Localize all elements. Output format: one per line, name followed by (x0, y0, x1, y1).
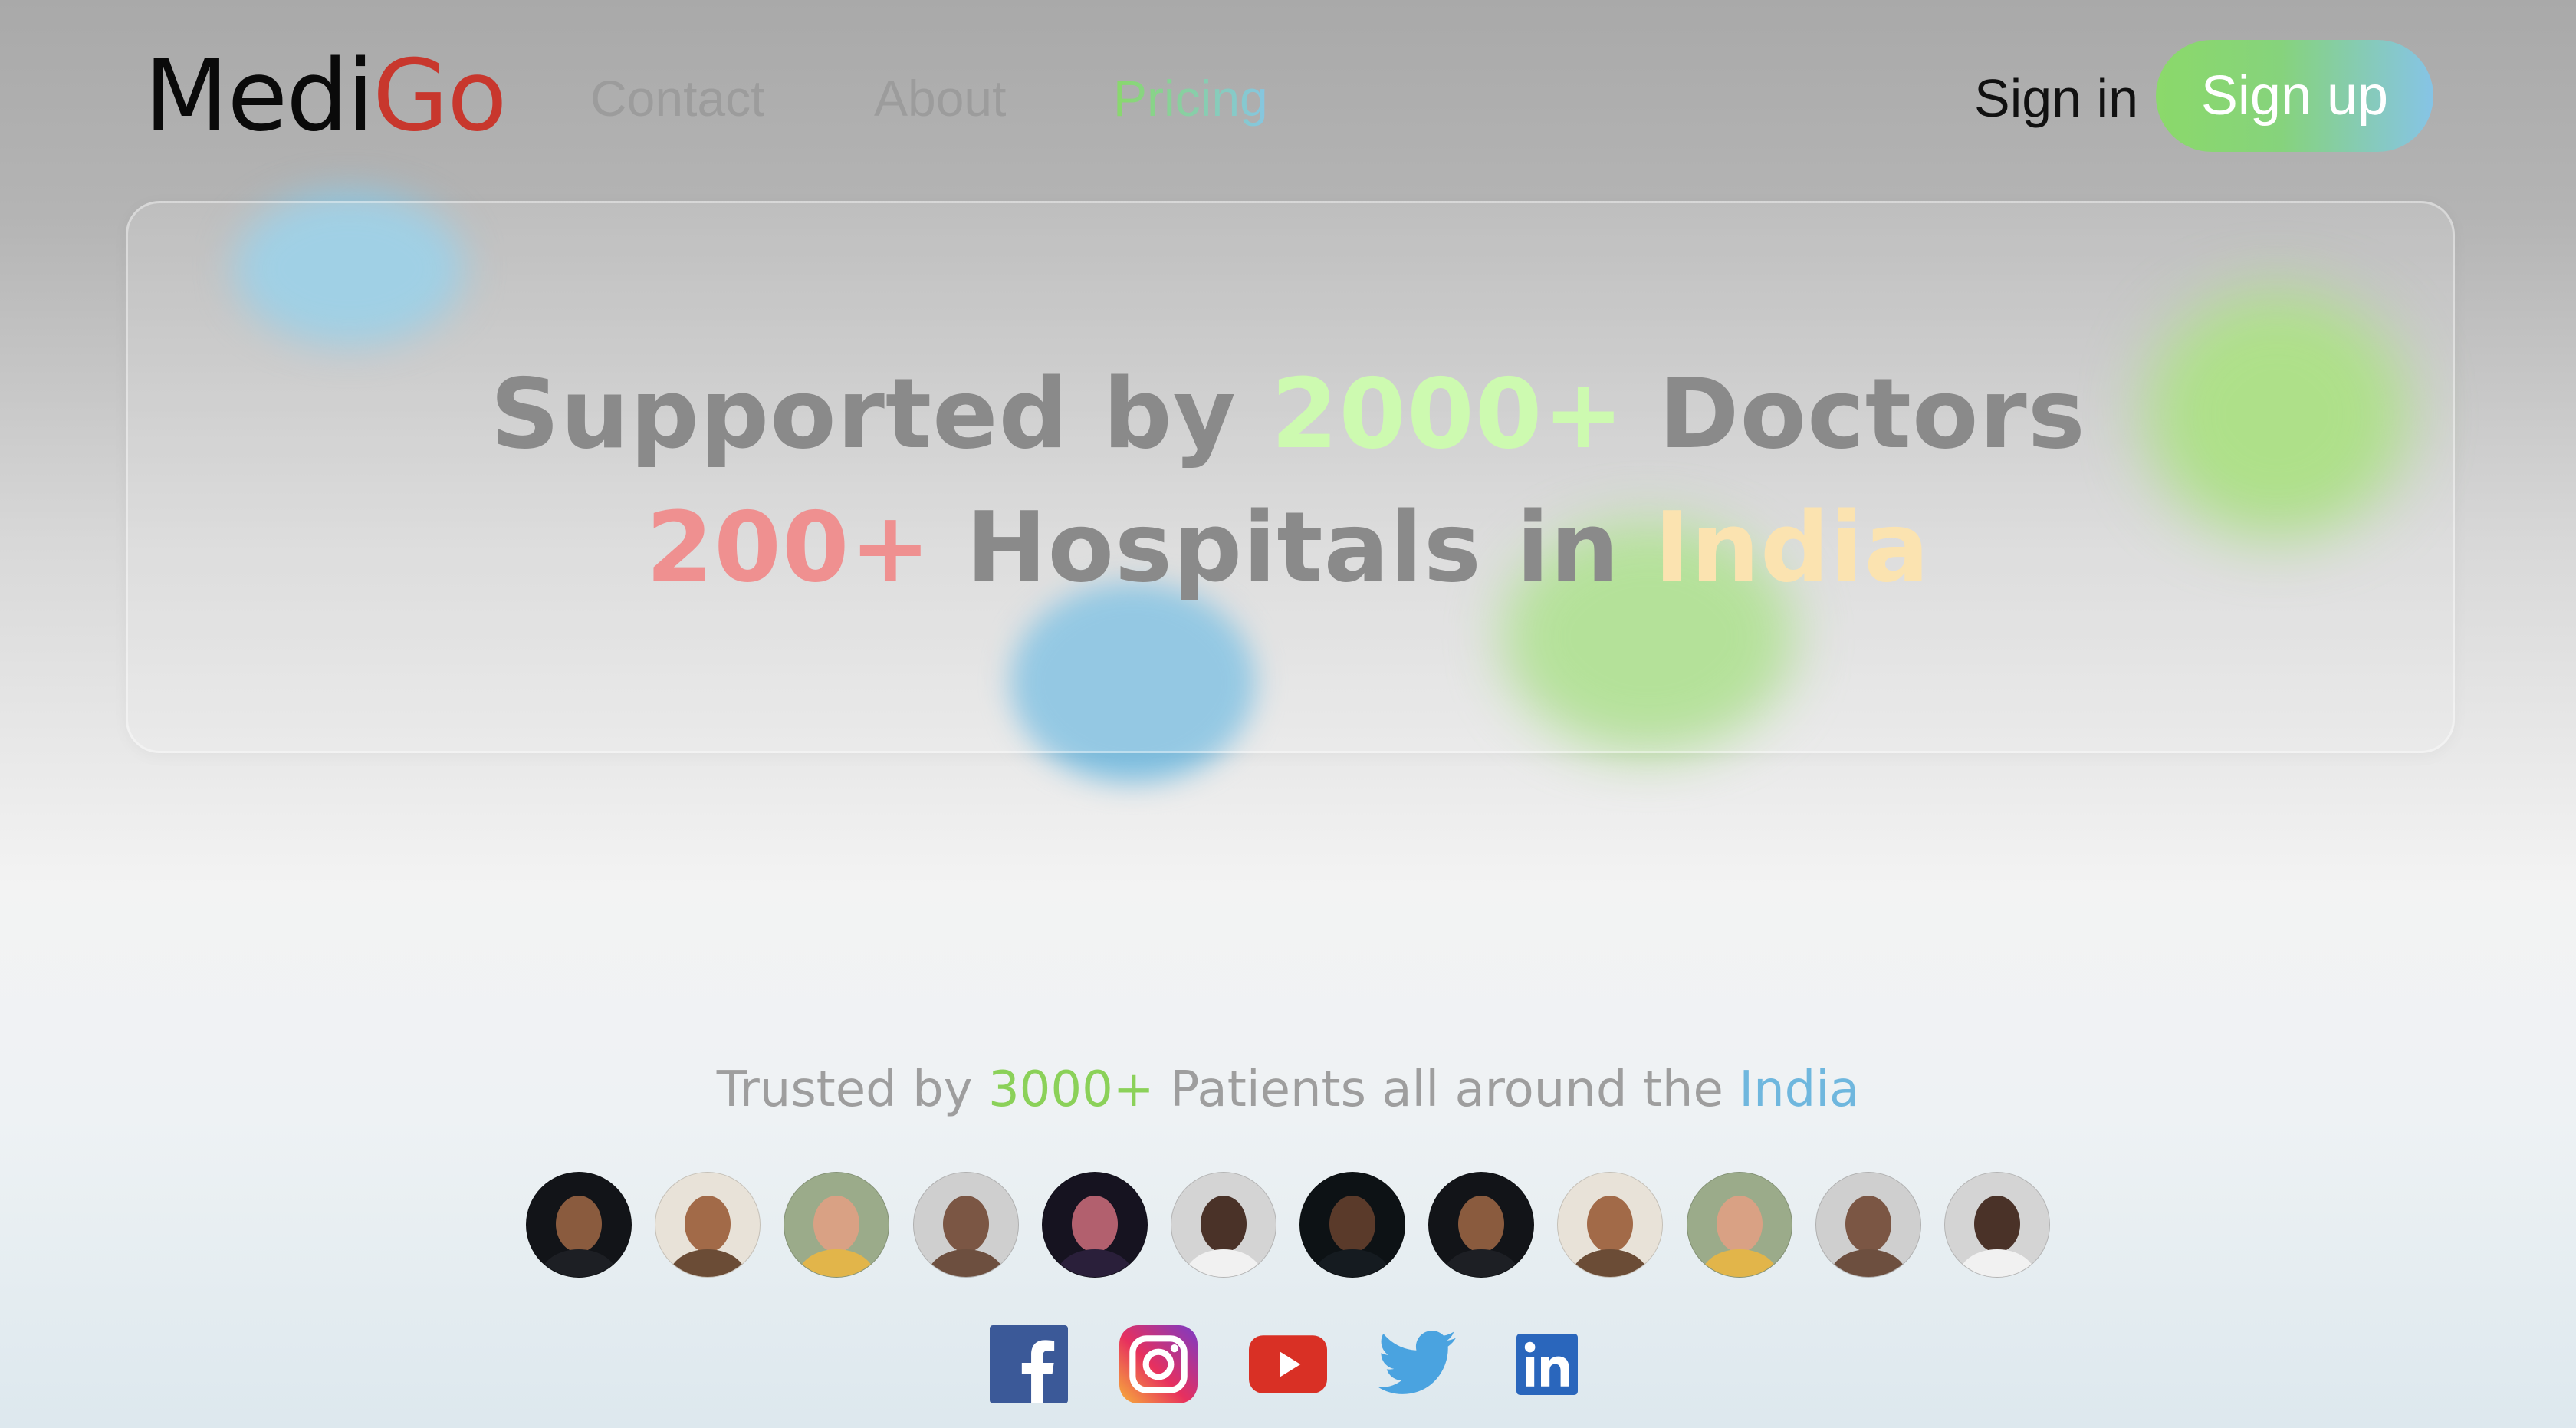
youtube-icon[interactable] (1248, 1324, 1328, 1404)
social-links (989, 1322, 1587, 1407)
trusted-text: Patients all around the (1154, 1061, 1740, 1118)
doctors-count: 2000+ (1270, 357, 1625, 470)
brand-logo[interactable]: MediGo (144, 48, 507, 146)
sign-up-button[interactable]: Sign up (2156, 40, 2433, 152)
avatar (526, 1172, 632, 1278)
avatar (784, 1172, 890, 1278)
hero-text: Supported by (490, 357, 1271, 470)
hero-text: Doctors (1625, 357, 2086, 470)
avatar (1428, 1172, 1535, 1278)
patient-avatars (526, 1172, 2050, 1278)
avatar (1170, 1172, 1276, 1278)
trusted-country: India (1739, 1061, 1860, 1118)
facebook-icon[interactable] (989, 1324, 1069, 1404)
top-navigation: MediGo Contact About Pricing Sign in Sig… (0, 0, 2576, 192)
hero-heading-line-2: 200+ Hospitals in India (0, 491, 2576, 604)
nav-link-contact[interactable]: Contact (590, 69, 764, 127)
instagram-icon[interactable] (1119, 1324, 1198, 1404)
linkedin-icon[interactable] (1507, 1324, 1587, 1404)
nav-link-about[interactable]: About (874, 69, 1006, 127)
avatar (1944, 1172, 2050, 1278)
hero-text: Hospitals in (932, 491, 1654, 604)
brand-logo-part1: Medi (144, 39, 374, 153)
trusted-by-text: Trusted by 3000+ Patients all around the… (0, 1061, 2576, 1118)
avatar (655, 1172, 761, 1278)
hero-heading-line-1: Supported by 2000+ Doctors (0, 357, 2576, 470)
avatar (1300, 1172, 1406, 1278)
avatar (1557, 1172, 1664, 1278)
avatar (1815, 1172, 1921, 1278)
nav-link-pricing[interactable]: Pricing (1113, 69, 1268, 127)
country-name: India (1654, 491, 1930, 604)
twitter-icon[interactable] (1378, 1324, 1457, 1404)
avatar (1041, 1172, 1148, 1278)
avatar (1686, 1172, 1792, 1278)
trusted-text: Trusted by (716, 1061, 988, 1118)
hero-card (126, 201, 2455, 753)
patients-count: 3000+ (987, 1061, 1155, 1118)
avatar (912, 1172, 1019, 1278)
hospitals-count: 200+ (646, 491, 932, 604)
brand-logo-part2: Go (373, 39, 507, 153)
sign-in-link[interactable]: Sign in (1974, 67, 2138, 129)
